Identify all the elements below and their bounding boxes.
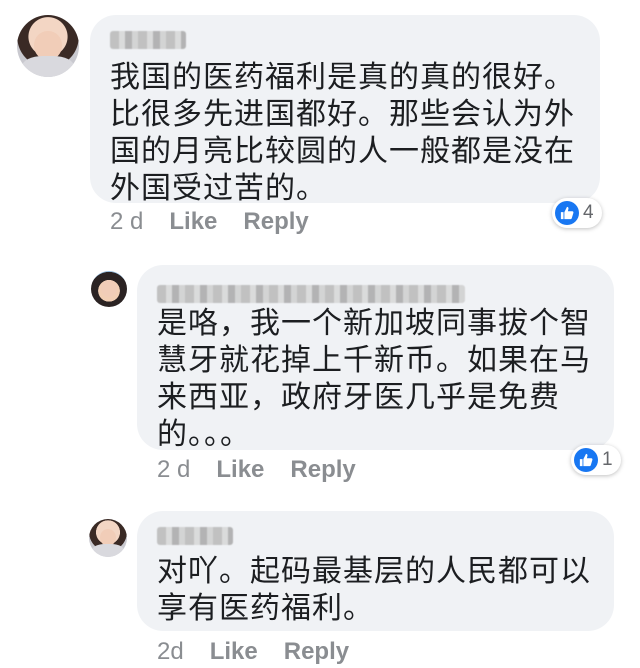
comment-actions: 2 d Like Reply — [110, 208, 309, 236]
comment-line: 的。。。 — [157, 417, 251, 452]
comment-line: 外国受过苦的。 — [110, 171, 327, 206]
comment-text: 我国的医药福利是真的真的很好。 比很多先进国都好。那些会认为外 国的月亮比较圆的… — [110, 59, 575, 207]
like-button[interactable]: Like — [216, 456, 264, 484]
comment-line: 国的月亮比较圆的人一般都是没在 — [110, 134, 575, 169]
timestamp[interactable]: 2 d — [110, 208, 143, 236]
like-button[interactable]: Like — [169, 208, 217, 236]
comment-actions: 2 d Like Reply — [157, 456, 356, 484]
reply-button[interactable]: Reply — [290, 456, 355, 484]
reaction-count: 4 — [583, 202, 594, 223]
comment-line: 享有医药福利。 — [157, 591, 374, 626]
comment-text: 是咯，我一个新加坡同事拔个智 慧牙就花掉上千新币。如果在马 来西亚，政府牙医几乎… — [157, 305, 591, 453]
thumbs-up-icon — [574, 448, 598, 472]
comment-line: 比很多先进国都好。那些会认为外 — [110, 97, 575, 132]
avatar[interactable] — [91, 271, 127, 307]
reply-button[interactable]: Reply — [284, 638, 349, 666]
redacted-author-name[interactable] — [157, 285, 465, 303]
comment-line: 慧牙就花掉上千新币。如果在马 — [157, 343, 591, 378]
comment-bubble[interactable]: 对吖。起码最基层的人民都可以 享有医药福利。 — [137, 511, 614, 631]
reply-button[interactable]: Reply — [243, 208, 308, 236]
reaction-count: 1 — [602, 449, 613, 470]
comment-text: 对吖。起码最基层的人民都可以 享有医药福利。 — [157, 553, 591, 627]
timestamp[interactable]: 2 d — [157, 456, 190, 484]
comment-line: 是咯，我一个新加坡同事拔个智 — [157, 306, 591, 341]
thumbs-up-icon — [555, 201, 579, 225]
comment-line: 我国的医药福利是真的真的很好。 — [110, 60, 575, 95]
comment-line: 对吖。起码最基层的人民都可以 — [157, 554, 591, 589]
reaction-count-badge[interactable]: 4 — [552, 198, 602, 228]
avatar-detail — [92, 544, 124, 557]
avatar-face — [101, 280, 117, 297]
avatar[interactable] — [17, 15, 79, 77]
like-button[interactable]: Like — [210, 638, 258, 666]
reaction-count-badge[interactable]: 1 — [571, 445, 621, 475]
comment-actions: 2d Like Reply — [157, 638, 349, 666]
comment-bubble[interactable]: 是咯，我一个新加坡同事拔个智 慧牙就花掉上千新币。如果在马 来西亚，政府牙医几乎… — [137, 265, 614, 453]
comment-bubble[interactable]: 我国的医药福利是真的真的很好。 比很多先进国都好。那些会认为外 国的月亮比较圆的… — [90, 15, 600, 206]
timestamp[interactable]: 2d — [157, 638, 184, 666]
avatar-detail — [21, 55, 75, 77]
avatar[interactable] — [89, 519, 127, 557]
redacted-author-name[interactable] — [110, 31, 186, 49]
comment-line: 来西亚，政府牙医几乎是免费 — [157, 380, 560, 415]
redacted-author-name[interactable] — [157, 527, 233, 545]
